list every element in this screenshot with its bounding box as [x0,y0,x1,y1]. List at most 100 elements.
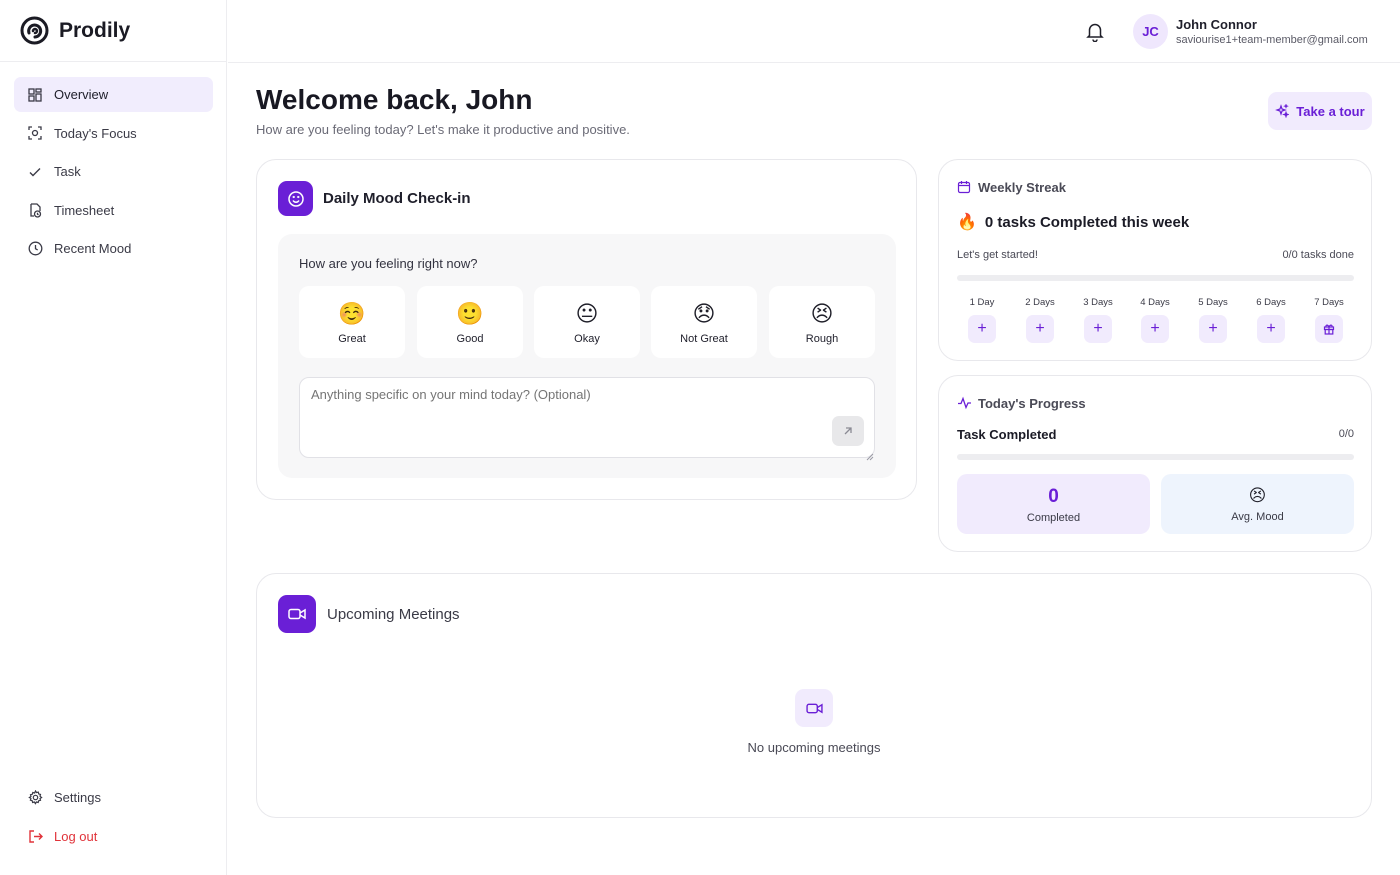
mood-panel: How are you feeling right now? ☺️ Great … [278,234,896,478]
good-emoji-icon: 🙂 [456,301,484,326]
arrow-up-right-icon [844,427,852,435]
day-5-button[interactable]: + [1199,315,1227,343]
user-name: John Connor [1176,17,1257,32]
rough-emoji-icon: 😣 [810,301,834,326]
mood-option-label: Great [338,333,366,345]
day-label: 4 Days [1140,297,1170,308]
mood-checkin-card: Daily Mood Check-in How are you feeling … [256,159,917,500]
day-label: 6 Days [1256,297,1286,308]
mood-option-label: Good [456,333,484,345]
brand-name: Prodily [59,18,131,42]
sidebar-item-label: Settings [54,790,101,805]
fire-icon: 🔥 [957,214,977,231]
timesheet-icon [27,202,43,218]
sidebar-bottom: Settings Log out [14,780,213,857]
day-label: 3 Days [1083,297,1113,308]
streak-tasks-done: 0/0 tasks done [1282,249,1354,261]
bell-icon[interactable] [1084,20,1106,43]
todays-progress-title: Today's Progress [978,396,1086,411]
mood-checkin-title: Daily Mood Check-in [323,190,471,207]
day-label: 5 Days [1198,297,1228,308]
great-emoji-icon: ☺️ [338,301,366,326]
not-great-emoji-icon: 😞 [692,301,716,326]
streak-progress-bar [957,275,1354,281]
task-completed-value: 0/0 [1338,428,1354,440]
okay-emoji-icon: 😐 [575,301,599,326]
sidebar-item-todays-focus[interactable]: Today's Focus [14,116,213,151]
brand-logo-icon [20,16,49,45]
avg-mood-label: Avg. Mood [1231,511,1284,523]
sidebar-item-label: Overview [54,87,109,102]
mood-question: How are you feeling right now? [299,256,478,271]
sidebar-item-label: Task [54,164,81,179]
todays-progress-card: Today's Progress Task Completed 0/0 0 Co… [938,375,1372,552]
sidebar-item-logout[interactable]: Log out [14,819,213,854]
take-tour-button[interactable]: Take a tour [1268,92,1372,130]
clock-icon [27,241,43,257]
sidebar-item-task[interactable]: Task [14,154,213,189]
top-header: JC John Connor saviourise1+team-member@g… [228,0,1400,63]
day-3-button[interactable]: + [1084,315,1112,343]
streak-headline: 🔥 0 tasks Completed this week [957,212,1189,232]
sidebar-item-overview[interactable]: Overview [14,77,213,112]
day-label: 1 Day [969,297,995,308]
sidebar-item-label: Timesheet [54,202,115,218]
page-subtitle: How are you feeling today? Let's make it… [256,122,630,137]
take-tour-label: Take a tour [1296,103,1365,119]
weekly-streak-card: Weekly Streak 🔥 0 tasks Completed this w… [938,159,1372,361]
no-meetings-text: No upcoming meetings [747,740,881,755]
weekly-streak-title: Weekly Streak [978,180,1066,195]
sidebar-item-recent-mood[interactable]: Recent Mood [14,231,213,266]
sidebar-item-label: Log out [54,828,98,844]
day-label: 7 Days [1314,297,1344,308]
sidebar-item-settings[interactable]: Settings [14,780,213,815]
sidebar-nav: Overview Today's Focus Task Timesheet Re… [14,77,213,270]
upcoming-meetings-title: Upcoming Meetings [327,606,460,623]
mood-option-label: Rough [805,333,839,345]
calendar-icon [957,180,971,199]
avg-mood-emoji-icon: 😣 [1248,486,1267,505]
user-email: saviourise1+team-member@gmail.com [1176,34,1368,46]
empty-video-icon [795,689,833,727]
day-6-button[interactable]: + [1257,315,1285,343]
avg-mood-stat: 😣 Avg. Mood [1161,474,1354,534]
day-4-button[interactable]: + [1141,315,1169,343]
completed-count: 0 [1048,486,1059,507]
day-label: 2 Days [1025,297,1055,308]
upcoming-meetings-card: Upcoming Meetings No upcoming meetings [256,573,1372,818]
completed-label: Completed [1026,512,1081,524]
logout-icon [27,828,43,844]
mood-note-input[interactable] [299,377,875,458]
mood-option-rough[interactable]: 😣 Rough [769,286,875,358]
mood-option-good[interactable]: 🙂 Good [417,286,523,358]
completed-stat: 0 Completed [957,474,1150,534]
app-root: Prodily Overview Today's Focus Task Time… [0,0,1400,875]
sparkles-icon [1275,104,1290,118]
mood-option-label: Not Great [680,333,728,345]
mood-option-great[interactable]: ☺️ Great [299,286,405,358]
task-progress-bar [957,454,1354,460]
brand[interactable]: Prodily [0,0,226,62]
streak-status: Let's get started! [957,249,1038,261]
mood-option-okay[interactable]: 😐 Okay [534,286,640,358]
gift-icon [1323,324,1335,335]
sidebar: Prodily Overview Today's Focus Task Time… [0,0,227,875]
day-7-button[interactable] [1315,315,1343,343]
task-completed-label: Task Completed [957,427,1057,442]
send-mood-button[interactable] [832,416,864,446]
sidebar-item-timesheet[interactable]: Timesheet [14,193,213,228]
mood-option-not-great[interactable]: 😞 Not Great [651,286,757,358]
streak-headline-text: 0 tasks Completed this week [984,213,1190,231]
sidebar-item-label: Recent Mood [54,241,132,256]
check-icon [27,164,43,180]
sidebar-item-label: Today's Focus [54,125,137,141]
day-1-button[interactable]: + [968,315,996,343]
grid-icon [27,87,43,103]
avatar[interactable]: JC [1133,14,1168,49]
smile-icon [278,181,313,216]
focus-icon [27,125,43,141]
gear-icon [27,790,43,806]
day-2-button[interactable]: + [1026,315,1054,343]
resize-handle-icon[interactable] [866,448,874,461]
activity-icon [957,396,972,415]
